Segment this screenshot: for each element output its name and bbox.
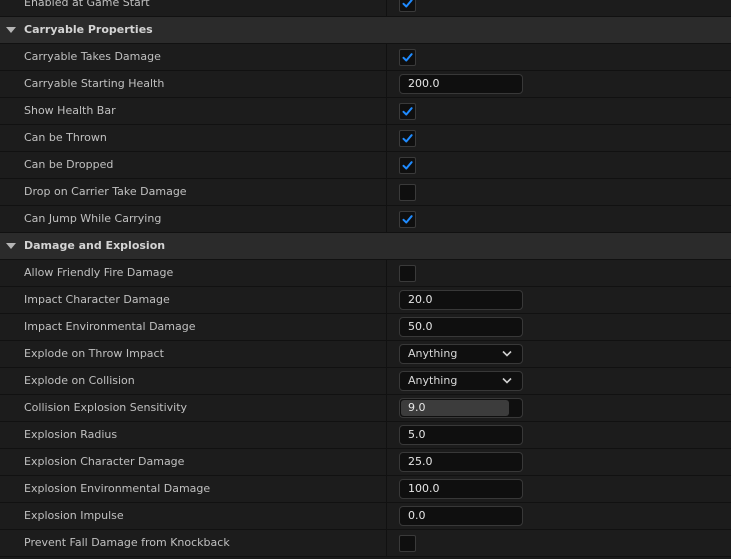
prevent-fall-damage-from-knockback-checkbox[interactable] [399,535,416,552]
property-value [387,152,731,178]
property-value [387,125,731,151]
chevron-down-icon [502,377,512,384]
property-label: Prevent Fall Damage from Knockback [24,536,230,549]
property-label: Explosion Impulse [24,509,124,522]
checkmark-icon [402,161,413,170]
checkmark-icon [402,134,413,143]
property-label: Enabled at Game Start [24,0,150,9]
property-row-explosion-environmental-damage: Explosion Environmental Damage 100.0 [0,476,731,503]
property-value [387,260,731,286]
drop-on-carrier-take-damage-checkbox[interactable] [399,184,416,201]
explode-on-collision-dropdown[interactable]: Anything [399,371,523,391]
property-row-impact-character-damage: Impact Character Damage 20.0 [0,287,731,314]
slider-value: 9.0 [408,401,426,414]
property-label: Drop on Carrier Take Damage [24,185,187,198]
checkmark-icon [402,53,413,62]
property-row-carryable-starting-health: Carryable Starting Health 200.0 [0,71,731,98]
property-row-carryable-takes-damage: Carryable Takes Damage [0,44,731,71]
section-title: Carryable Properties [24,23,153,36]
details-panel: Enabled at Game Start Carryable Propertie… [0,0,731,559]
can-be-dropped-checkbox[interactable] [399,157,416,174]
property-value: 20.0 [387,287,731,313]
property-row-can-be-thrown: Can be Thrown [0,125,731,152]
property-value [387,44,731,70]
checkmark-icon [402,215,413,224]
can-jump-while-carrying-checkbox[interactable] [399,211,416,228]
property-value: 25.0 [387,449,731,475]
property-row-explode-on-throw-impact: Explode on Throw Impact Anything [0,341,731,368]
property-row-can-be-dropped: Can be Dropped [0,152,731,179]
collision-explosion-sensitivity-slider[interactable]: 9.0 [399,398,523,418]
enabled-at-game-start-checkbox[interactable] [399,0,416,12]
property-row-show-health-bar: Show Health Bar [0,98,731,125]
collapse-arrow-icon[interactable] [6,243,16,249]
property-value [387,179,731,205]
property-row-explode-on-collision: Explode on Collision Anything [0,368,731,395]
property-value: 5.0 [387,422,731,448]
property-label: Carryable Starting Health [24,77,165,90]
property-list: Enabled at Game Start Carryable Propertie… [0,0,731,557]
section-title: Damage and Explosion [24,239,166,252]
chevron-down-icon [502,350,512,357]
property-value: 9.0 [387,395,731,421]
property-label: Explode on Collision [24,374,135,387]
can-be-thrown-checkbox[interactable] [399,130,416,147]
property-label: Explosion Character Damage [24,455,185,468]
explosion-radius-input[interactable]: 5.0 [399,425,523,445]
explosion-environmental-damage-input[interactable]: 100.0 [399,479,523,499]
property-row-explosion-impulse: Explosion Impulse 0.0 [0,503,731,530]
property-label: Allow Friendly Fire Damage [24,266,174,279]
property-row-allow-friendly-fire-damage: Allow Friendly Fire Damage [0,260,731,287]
property-value: 50.0 [387,314,731,340]
property-row-impact-environmental-damage: Impact Environmental Damage 50.0 [0,314,731,341]
property-label: Explode on Throw Impact [24,347,164,360]
property-label: Show Health Bar [24,104,116,117]
property-label: Can be Thrown [24,131,107,144]
property-value [387,98,731,124]
property-row-collision-explosion-sensitivity: Collision Explosion Sensitivity 9.0 [0,395,731,422]
property-row-prevent-fall-damage-from-knockback: Prevent Fall Damage from Knockback [0,530,731,557]
section-header-carryable-properties[interactable]: Carryable Properties [0,17,731,44]
dropdown-selected-value: Anything [408,374,458,387]
property-label: Carryable Takes Damage [24,50,161,63]
explode-on-throw-impact-dropdown[interactable]: Anything [399,344,523,364]
allow-friendly-fire-damage-checkbox[interactable] [399,265,416,282]
property-label: Can be Dropped [24,158,114,171]
show-health-bar-checkbox[interactable] [399,103,416,120]
property-row-explosion-character-damage: Explosion Character Damage 25.0 [0,449,731,476]
property-value [387,530,731,556]
property-value: 0.0 [387,503,731,529]
explosion-character-damage-input[interactable]: 25.0 [399,452,523,472]
property-label: Can Jump While Carrying [24,212,162,225]
property-value [387,206,731,232]
property-value [387,0,731,16]
impact-character-damage-input[interactable]: 20.0 [399,290,523,310]
section-header-damage-and-explosion[interactable]: Damage and Explosion [0,233,731,260]
collapse-arrow-icon[interactable] [6,27,16,33]
property-row-explosion-radius: Explosion Radius 5.0 [0,422,731,449]
property-label: Explosion Radius [24,428,118,441]
property-row-can-jump-while-carrying: Can Jump While Carrying [0,206,731,233]
checkmark-icon [402,107,413,116]
property-row-enabled-at-game-start: Enabled at Game Start [0,0,731,17]
property-value: 100.0 [387,476,731,502]
property-row-drop-on-carrier-take-damage: Drop on Carrier Take Damage [0,179,731,206]
property-value: Anything [387,341,731,367]
property-value: Anything [387,368,731,394]
impact-environmental-damage-input[interactable]: 50.0 [399,317,523,337]
dropdown-selected-value: Anything [408,347,458,360]
checkmark-icon [402,0,413,8]
property-label: Explosion Environmental Damage [24,482,211,495]
property-value: 200.0 [387,71,731,97]
property-label: Impact Character Damage [24,293,170,306]
property-label: Impact Environmental Damage [24,320,196,333]
carryable-starting-health-input[interactable]: 200.0 [399,74,523,94]
property-label: Collision Explosion Sensitivity [24,401,188,414]
explosion-impulse-input[interactable]: 0.0 [399,506,523,526]
carryable-takes-damage-checkbox[interactable] [399,49,416,66]
